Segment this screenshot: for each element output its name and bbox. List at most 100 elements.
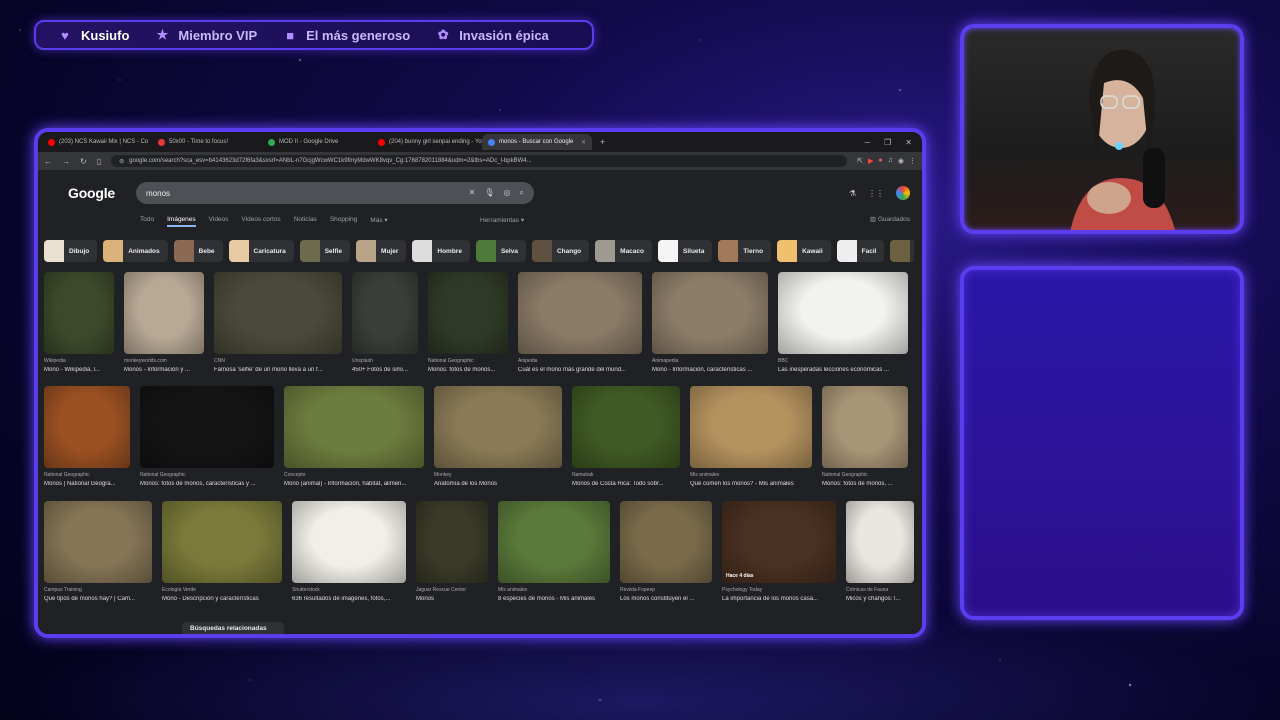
forward-icon[interactable]: → <box>62 157 70 166</box>
address-bar[interactable]: ⊜ google.com/search?sca_esv=b4143623d72f… <box>111 155 848 167</box>
image-result-card[interactable]: National Geographic Monos | National Geog… <box>44 386 130 487</box>
search-tab[interactable]: Imágenes <box>167 216 196 227</box>
result-caption[interactable]: Monos: fotos de monos, ... <box>822 481 908 487</box>
result-caption[interactable]: Monos - Información y ... <box>124 367 204 373</box>
image-result-card[interactable]: Mis animales 8 especies de monos - Mis an… <box>498 501 610 602</box>
suggestion-chip[interactable]: Selva <box>475 240 526 262</box>
share-icon[interactable]: ⇱ <box>857 157 863 165</box>
search-tab[interactable]: Noticias <box>294 216 317 227</box>
result-thumbnail[interactable] <box>846 501 914 583</box>
result-caption[interactable]: Las inesperadas lecciones económicas ... <box>778 367 908 373</box>
image-result-card[interactable]: National Geographic Monos: fotos de monos… <box>140 386 274 487</box>
result-thumbnail[interactable] <box>162 501 282 583</box>
result-caption[interactable]: Qué tipos de monos hay? | Cam... <box>44 596 152 602</box>
result-caption[interactable]: Los monos constituyen el ... <box>620 596 712 602</box>
browser-tab[interactable]: (203) NCS Kawaii Mix | NCS - Co <box>42 134 152 150</box>
search-input[interactable]: monos <box>146 189 469 198</box>
result-caption[interactable]: Monos de Costa Rica: Todo sobr... <box>572 481 680 487</box>
search-tab[interactable]: Videos <box>209 216 229 227</box>
image-result-card[interactable]: Namubak Monos de Costa Rica: Todo sobr... <box>572 386 680 487</box>
result-caption[interactable]: Anatomía de los Monos <box>434 481 562 487</box>
suggestion-chip[interactable]: Tierno <box>718 240 772 262</box>
suggestion-chip[interactable]: Kawaii <box>777 240 831 262</box>
search-tab[interactable]: Videos cortos <box>241 216 280 227</box>
result-thumbnail[interactable] <box>416 501 488 583</box>
apps-grid-icon[interactable]: ⋮⋮ <box>868 189 884 198</box>
suggestion-chip[interactable]: Animados <box>103 240 168 262</box>
bookmark-icon[interactable]: ▯ <box>97 157 101 166</box>
restore-icon[interactable]: ❐ <box>884 138 891 147</box>
result-caption[interactable]: Mono - Wikipedia, l... <box>44 367 114 373</box>
result-caption[interactable]: Monos: fotos de monos... <box>428 367 508 373</box>
suggestion-chip[interactable]: Chango <box>531 240 590 262</box>
image-result-card[interactable]: Ecología Verde Mono - Descripción y carac… <box>162 501 282 602</box>
image-result-card[interactable]: Jaguar Rescue Center Monos <box>416 501 488 602</box>
result-caption[interactable]: 8 especies de monos - Mis animales <box>498 596 610 602</box>
close-window-icon[interactable]: ✕ <box>905 138 912 147</box>
result-thumbnail[interactable] <box>44 386 130 468</box>
result-thumbnail[interactable] <box>214 272 342 354</box>
result-thumbnail[interactable] <box>498 501 610 583</box>
suggestion-chip[interactable]: Facil <box>836 240 885 262</box>
result-thumbnail[interactable] <box>434 386 562 468</box>
new-tab-button[interactable]: + <box>592 137 613 147</box>
image-result-card[interactable]: CNN Famosa 'selfie' de un mono lleva a un… <box>214 272 342 373</box>
suggestion-chip[interactable]: Bebe <box>173 240 223 262</box>
suggestion-chip[interactable] <box>890 240 914 262</box>
result-thumbnail[interactable] <box>518 272 642 354</box>
result-caption[interactable]: Qué comen los monos? - Mis animales <box>690 481 812 487</box>
image-result-card[interactable]: Concepto Mono (animal) - Información, háb… <box>284 386 424 487</box>
google-logo[interactable]: Google <box>68 185 128 201</box>
labs-flask-icon[interactable]: ⚗ <box>849 189 856 198</box>
result-caption[interactable]: Mono (animal) - Información, hábitat, al… <box>284 481 424 487</box>
result-caption[interactable]: Mono - Descripción y características <box>162 596 282 602</box>
browser-tab[interactable]: monos - Buscar con Google ✕ <box>482 134 592 150</box>
image-result-card[interactable]: Hace 4 días Psychology Today La importanci… <box>722 501 836 602</box>
reload-icon[interactable]: ↻ <box>80 157 87 166</box>
image-result-card[interactable]: Unsplash 450+ Fotos de simi... <box>352 272 418 373</box>
image-result-card[interactable]: Wikipedia Mono - Wikipedia, l... <box>44 272 114 373</box>
result-thumbnail[interactable] <box>44 272 114 354</box>
result-caption[interactable]: Cuál es el mono más grande del mund... <box>518 367 642 373</box>
search-icon[interactable]: ⌕ <box>520 188 524 198</box>
result-thumbnail[interactable] <box>822 386 908 468</box>
image-result-card[interactable]: Anipedia Cuál es el mono más grande del m… <box>518 272 642 373</box>
result-caption[interactable]: La importancia de los monos casa... <box>722 596 836 602</box>
image-result-card[interactable]: Monkey Anatomía de los Monos <box>434 386 562 487</box>
result-caption[interactable]: Monos: fotos de monos, características y… <box>140 481 274 487</box>
menu-icon[interactable]: ⋮ <box>909 157 916 165</box>
search-tab[interactable]: Todo <box>140 216 154 227</box>
extension-red-icon[interactable]: ● <box>878 157 882 165</box>
close-tab-icon[interactable]: ✕ <box>581 139 586 146</box>
site-info-icon[interactable]: ⊜ <box>119 158 124 165</box>
image-result-card[interactable]: Shutterstock 636 resultados de imágenes, … <box>292 501 406 602</box>
result-thumbnail[interactable] <box>428 272 508 354</box>
saved-link[interactable]: ▥ Guardados <box>870 215 910 223</box>
image-result-card[interactable]: National Geographic Monos: fotos de monos… <box>428 272 508 373</box>
result-caption[interactable]: Micos y changos: l... <box>846 596 914 602</box>
suggestion-chip[interactable]: Macaco <box>595 240 653 262</box>
extension-youtube-icon[interactable]: ▶ <box>868 157 873 165</box>
search-tab[interactable]: Más ▾ <box>370 216 387 227</box>
result-thumbnail[interactable] <box>284 386 424 468</box>
lens-search-icon[interactable]: ◎ <box>504 188 511 198</box>
minimize-icon[interactable]: ─ <box>864 138 870 147</box>
result-thumbnail[interactable] <box>140 386 274 468</box>
result-caption[interactable]: Monos <box>416 596 488 602</box>
media-icon[interactable]: ♫ <box>888 157 893 165</box>
browser-tab[interactable]: MOD II - Google Drive <box>262 134 372 150</box>
tools-menu[interactable]: Herramientas ▾ <box>480 216 524 224</box>
image-result-card[interactable]: National Geographic Monos: fotos de monos… <box>822 386 908 487</box>
profile-icon[interactable]: ◉ <box>898 157 904 165</box>
result-caption[interactable]: Mono - Información, características ... <box>652 367 768 373</box>
result-thumbnail[interactable] <box>690 386 812 468</box>
result-thumbnail[interactable] <box>124 272 204 354</box>
suggestion-chip[interactable]: Silueta <box>658 240 713 262</box>
suggestion-chip[interactable]: Dibujo <box>44 240 98 262</box>
result-thumbnail[interactable] <box>572 386 680 468</box>
result-thumbnail[interactable] <box>352 272 418 354</box>
result-thumbnail[interactable] <box>652 272 768 354</box>
browser-tab[interactable]: 50x00 - Time to focus! <box>152 134 262 150</box>
suggestion-chip[interactable]: Hombre <box>412 240 470 262</box>
result-caption[interactable]: 450+ Fotos de simi... <box>352 367 418 373</box>
